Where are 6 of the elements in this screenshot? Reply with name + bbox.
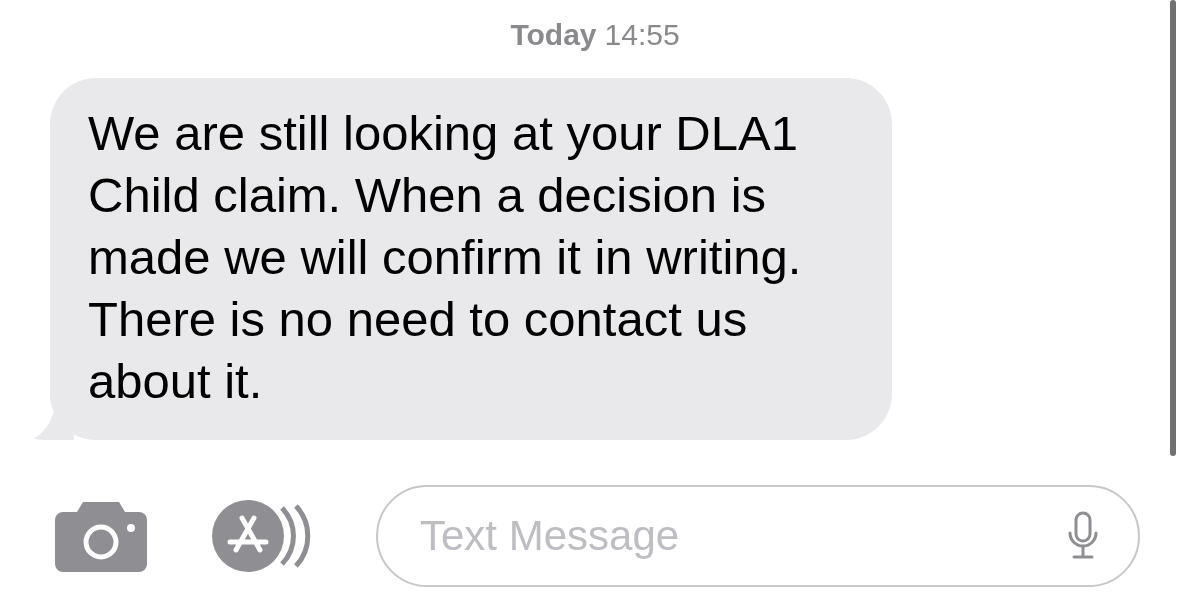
message-field[interactable]: Text Message bbox=[376, 485, 1140, 587]
camera-icon[interactable] bbox=[55, 500, 147, 572]
microphone-icon[interactable] bbox=[1068, 511, 1098, 561]
timestamp-time: 14:55 bbox=[604, 18, 680, 52]
text-message-field[interactable]: Text Message bbox=[418, 511, 1068, 561]
timestamp-day: Today bbox=[510, 18, 597, 52]
